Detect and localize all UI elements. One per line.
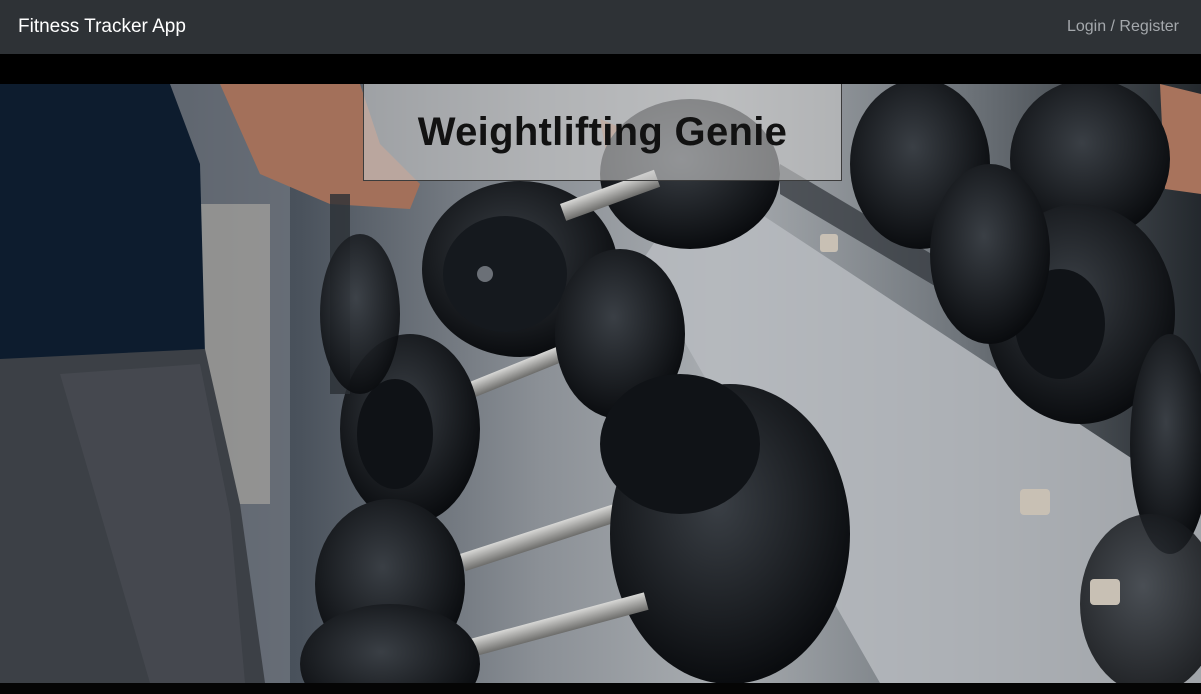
brand-link[interactable]: Fitness Tracker App (18, 16, 186, 38)
login-register-link[interactable]: Login / Register (1067, 18, 1179, 36)
bottom-edge (0, 683, 1201, 694)
top-navbar: Fitness Tracker App Login / Register (0, 0, 1201, 54)
hero-title: Weightlifting Genie (417, 109, 788, 154)
hero-title-box: Weightlifting Genie (363, 84, 842, 181)
